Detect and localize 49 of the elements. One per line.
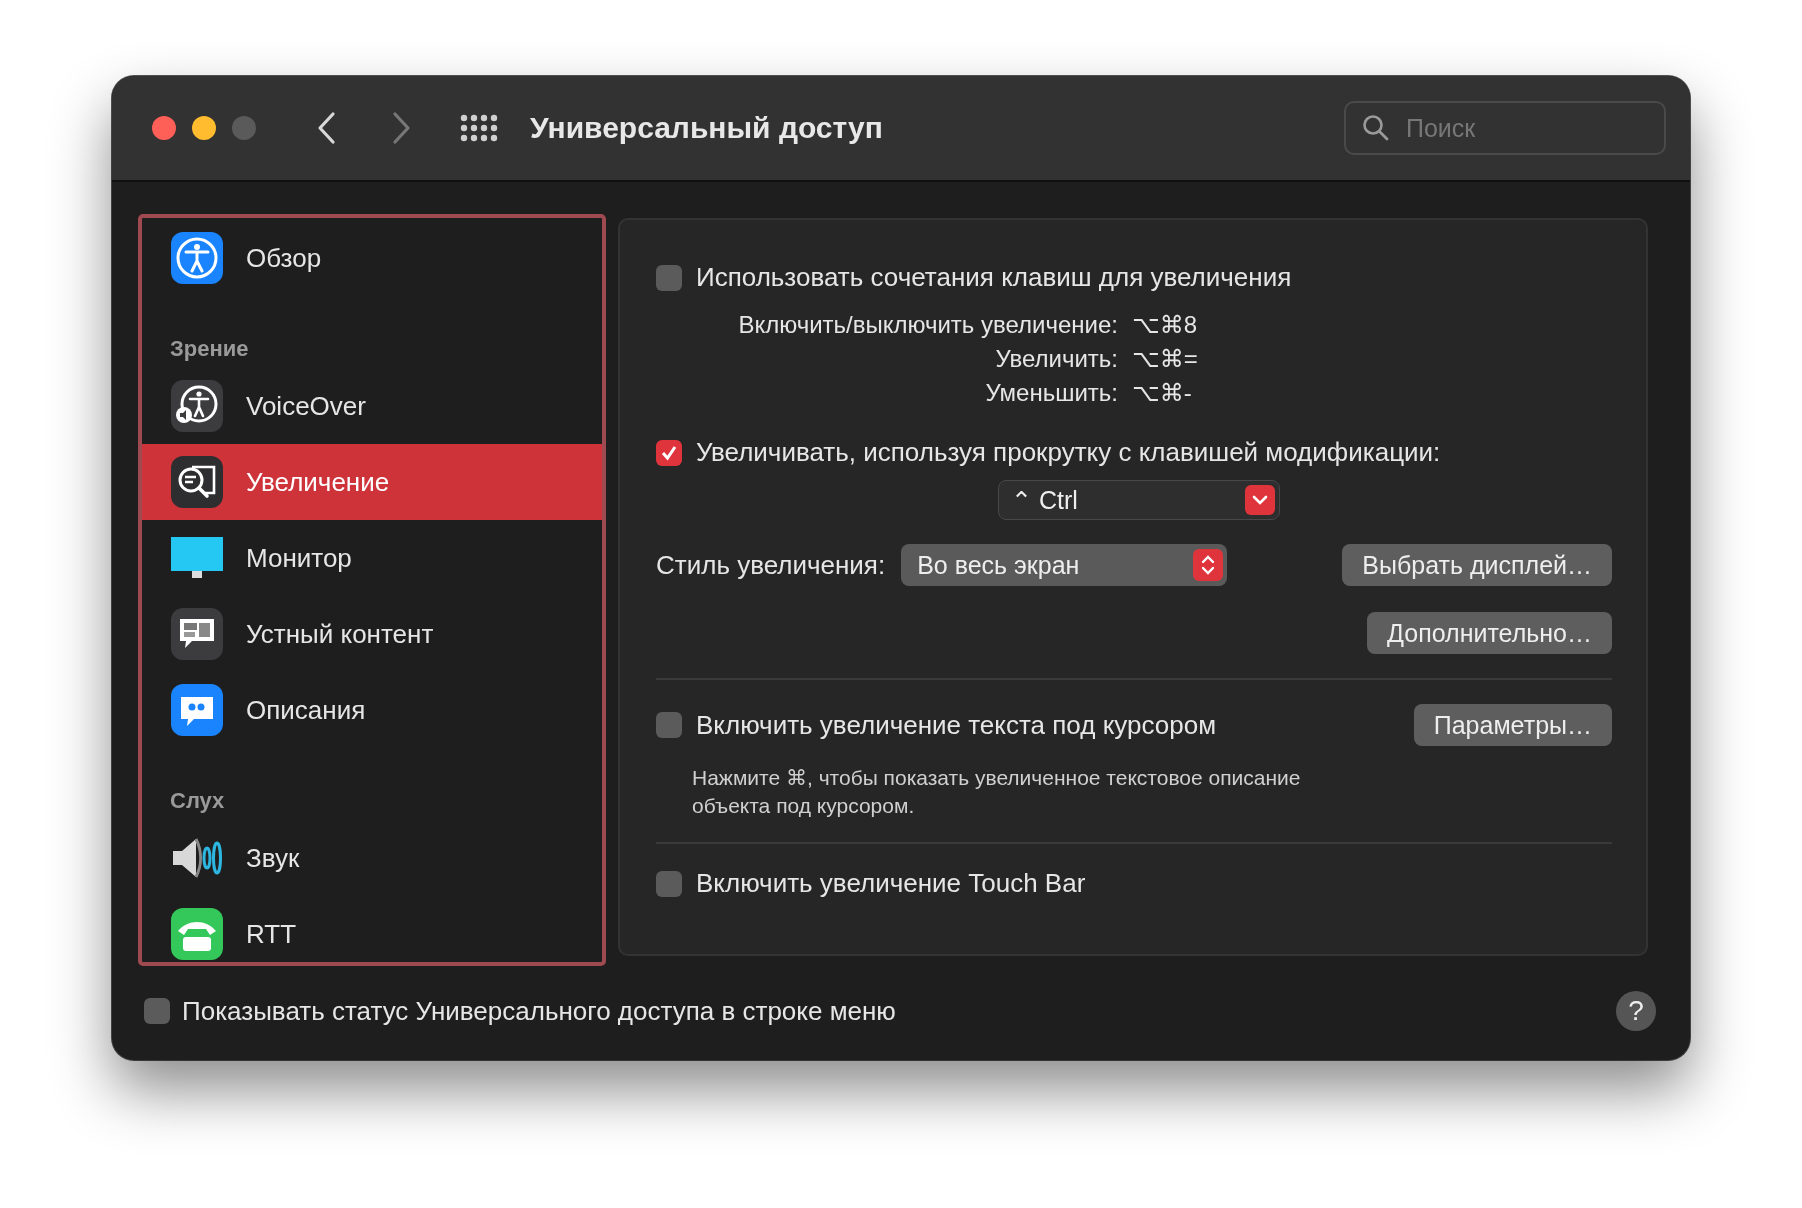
- hover-description: Нажмите ⌘, чтобы показать увеличенное текстовое описание объекта под курсором.: [692, 765, 1302, 819]
- checkbox-label: Увеличивать, используя прокрутку с клавишей модификации:: [696, 437, 1441, 468]
- shortcut-label: Включить/выключить увеличение:: [737, 311, 1118, 339]
- sidebar-item[interactable]: VoiceOver: [142, 368, 602, 444]
- sidebar-section-header: Слух: [169, 787, 226, 815]
- checkbox-label: Включить увеличение Touch Bar: [696, 868, 1086, 899]
- checkbox[interactable]: [656, 264, 682, 291]
- speech-bubble-icon: [170, 607, 224, 661]
- style-popup[interactable]: Во весь экран: [901, 544, 1228, 586]
- checkbox-label: Включить увеличение текста под курсором: [696, 709, 1218, 741]
- up-down-chevron-icon: [1193, 549, 1224, 581]
- sidebar-item[interactable]: Устный контент: [142, 596, 602, 672]
- help-button[interactable]: ?: [1616, 991, 1656, 1031]
- sidebar-item[interactable]: Обзор: [142, 220, 602, 296]
- accessibility-icon: [170, 231, 224, 285]
- checkbox[interactable]: [656, 870, 682, 897]
- shortcut-keys: ⌥⌘8: [1132, 311, 1612, 339]
- shortcut-keys: ⌥⌘=: [1132, 345, 1612, 373]
- close-button[interactable]: [152, 116, 176, 140]
- grid-icon[interactable]: [460, 114, 498, 142]
- checkbox-label: Использовать сочетания клавиш для увеличения: [696, 262, 1292, 293]
- sidebar-item[interactable]: RTT: [142, 896, 602, 962]
- modifier-popup[interactable]: ⌃ Ctrl: [998, 480, 1280, 520]
- sidebar-item[interactable]: Увеличение: [142, 444, 602, 520]
- sidebar-section-header: Зрение: [169, 335, 250, 363]
- style-label: Стиль увеличения:: [656, 549, 886, 581]
- magnifier-icon: [170, 455, 224, 509]
- sidebar-item[interactable]: Монитор: [142, 520, 602, 596]
- checkbox[interactable]: [656, 712, 682, 738]
- quote-bubble-icon: [170, 683, 224, 737]
- accessibility-speaker-icon: [170, 379, 224, 433]
- chevron-down-icon: [1245, 485, 1275, 515]
- shortcut-label: Увеличить:: [994, 345, 1118, 373]
- advanced-button[interactable]: Дополнительно…: [1367, 612, 1612, 654]
- choose-display-button[interactable]: Выбрать дисплей…: [1342, 544, 1612, 586]
- options-button[interactable]: Параметры…: [1413, 704, 1612, 746]
- shortcut-label: Уменьшить:: [984, 379, 1118, 407]
- search-icon: [1362, 114, 1390, 142]
- checkbox[interactable]: [144, 998, 170, 1024]
- telephone-icon: [170, 907, 224, 961]
- window-title: Универсальный доступ: [530, 111, 884, 145]
- sidebar-item[interactable]: Описания: [142, 672, 602, 748]
- checkbox[interactable]: [656, 439, 682, 466]
- checkbox-label: Показывать статус Универсального доступа в строке меню: [182, 995, 897, 1027]
- minimize-button[interactable]: [192, 116, 216, 140]
- sidebar-item[interactable]: Звук: [142, 820, 602, 896]
- shortcut-keys: ⌥⌘-: [1132, 379, 1612, 407]
- search-field[interactable]: Поиск: [1344, 101, 1666, 155]
- zoom-button[interactable]: [232, 116, 256, 140]
